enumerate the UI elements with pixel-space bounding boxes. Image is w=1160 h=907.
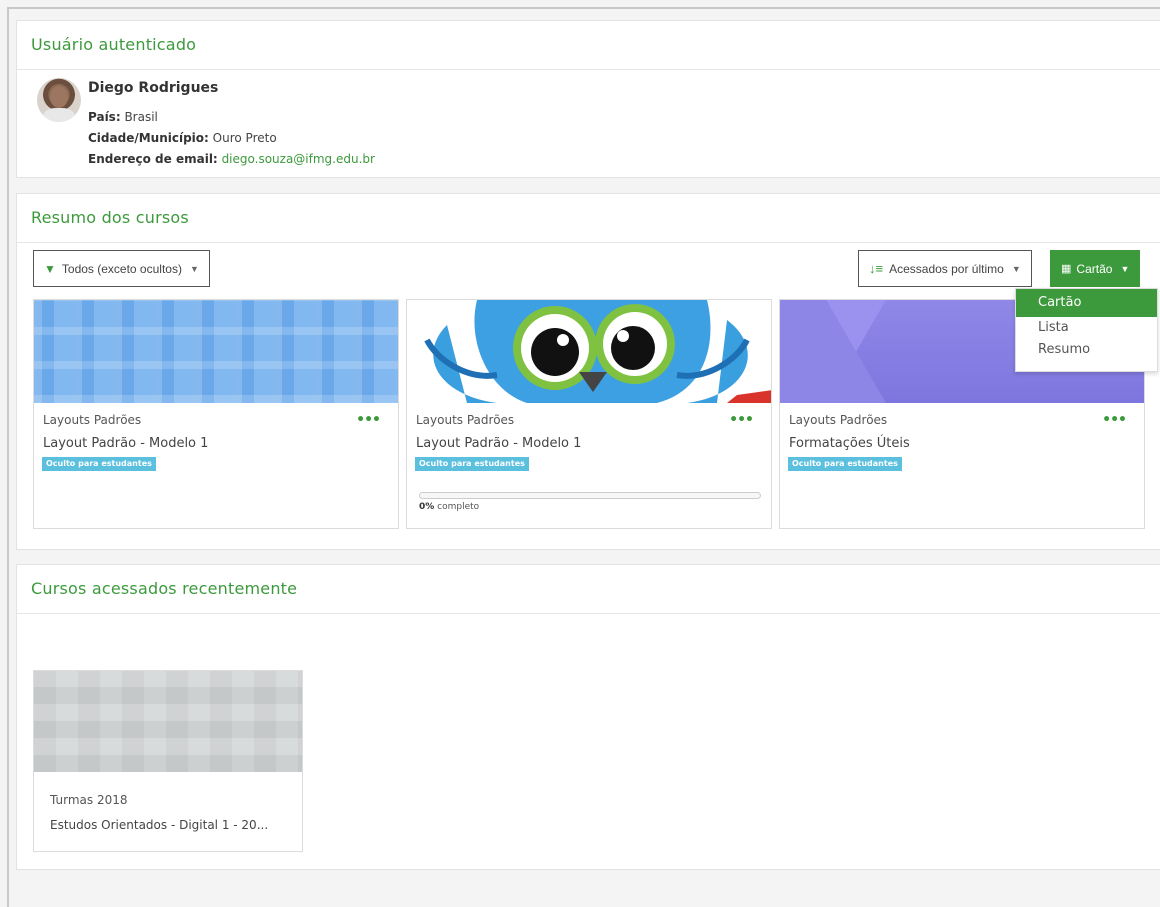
sort-icon: ↓≡ (869, 261, 884, 276)
hidden-badge: Oculto para estudantes (788, 457, 902, 471)
overview-title: Resumo dos cursos (17, 194, 1160, 243)
recent-course-card[interactable]: Turmas 2018 Estudos Orientados - Digital… (33, 670, 303, 852)
filter-label: Todos (exceto ocultos) (61, 261, 182, 276)
country-label: País: (88, 110, 121, 124)
user-email: Endereço de email: diego.souza@ifmg.edu.… (88, 152, 375, 166)
ellipsis-icon[interactable]: ••• (356, 412, 381, 428)
course-name[interactable]: Layout Padrão - Modelo 1 (416, 436, 581, 451)
email-label: Endereço de email: (88, 152, 218, 166)
course-category: Layouts Padrões (416, 413, 515, 427)
course-card[interactable]: Layouts Padrões ••• Layout Padrão - Mode… (406, 299, 772, 529)
city-value: Ouro Preto (212, 131, 277, 145)
course-card[interactable]: Layouts Padrões ••• Layout Padrão - Mode… (33, 299, 399, 529)
country-value: Brasil (124, 110, 158, 124)
course-category: Turmas 2018 (50, 793, 128, 807)
grid-icon: ▦ (1061, 263, 1072, 275)
view-label: Cartão (1076, 261, 1113, 276)
sort-label: Acessados por último (889, 261, 1004, 276)
user-country: País: Brasil (88, 110, 158, 124)
progress-bar (419, 492, 761, 499)
ellipsis-icon[interactable]: ••• (1102, 412, 1127, 428)
course-category: Layouts Padrões (43, 413, 142, 427)
progress-suffix: completo (434, 502, 480, 512)
owl-illustration (407, 300, 771, 403)
filter-icon: ▼ (44, 261, 56, 276)
view-option-card[interactable]: Cartão (1016, 289, 1157, 317)
caret-down-icon: ▼ (1120, 263, 1130, 274)
progress-text: 0% completo (419, 502, 479, 512)
filter-dropdown[interactable]: ▼ Todos (exceto ocultos) ▼ (33, 250, 210, 287)
sort-dropdown[interactable]: ↓≡ Acessados por último ▼ (858, 250, 1032, 287)
city-label: Cidade/Município: (88, 131, 209, 145)
course-image[interactable] (34, 671, 302, 772)
user-name[interactable]: Diego Rodrigues (88, 80, 218, 96)
course-image[interactable] (34, 300, 398, 403)
view-option-summary[interactable]: Resumo (1016, 339, 1157, 361)
user-block-title: Usuário autenticado (17, 21, 1160, 70)
course-name[interactable]: Layout Padrão - Modelo 1 (43, 436, 208, 451)
course-category: Layouts Padrões (789, 413, 888, 427)
hidden-badge: Oculto para estudantes (415, 457, 529, 471)
avatar[interactable] (37, 78, 81, 122)
course-image[interactable] (407, 300, 771, 403)
view-dropdown[interactable]: ▦ Cartão ▼ (1050, 250, 1141, 287)
view-menu: Cartão Lista Resumo (1015, 288, 1158, 372)
course-name[interactable]: Estudos Orientados - Digital 1 - 20... (50, 818, 268, 832)
view-option-list[interactable]: Lista (1016, 317, 1157, 339)
progress-value: 0% (419, 502, 435, 512)
recent-title: Cursos acessados recentemente (17, 565, 1160, 614)
hidden-badge: Oculto para estudantes (42, 457, 156, 471)
caret-down-icon: ▼ (189, 263, 199, 274)
user-city: Cidade/Município: Ouro Preto (88, 131, 277, 145)
email-link[interactable]: diego.souza@ifmg.edu.br (222, 152, 375, 166)
ellipsis-icon[interactable]: ••• (729, 412, 754, 428)
course-name[interactable]: Formatações Úteis (789, 436, 910, 451)
caret-down-icon: ▼ (1011, 263, 1021, 274)
